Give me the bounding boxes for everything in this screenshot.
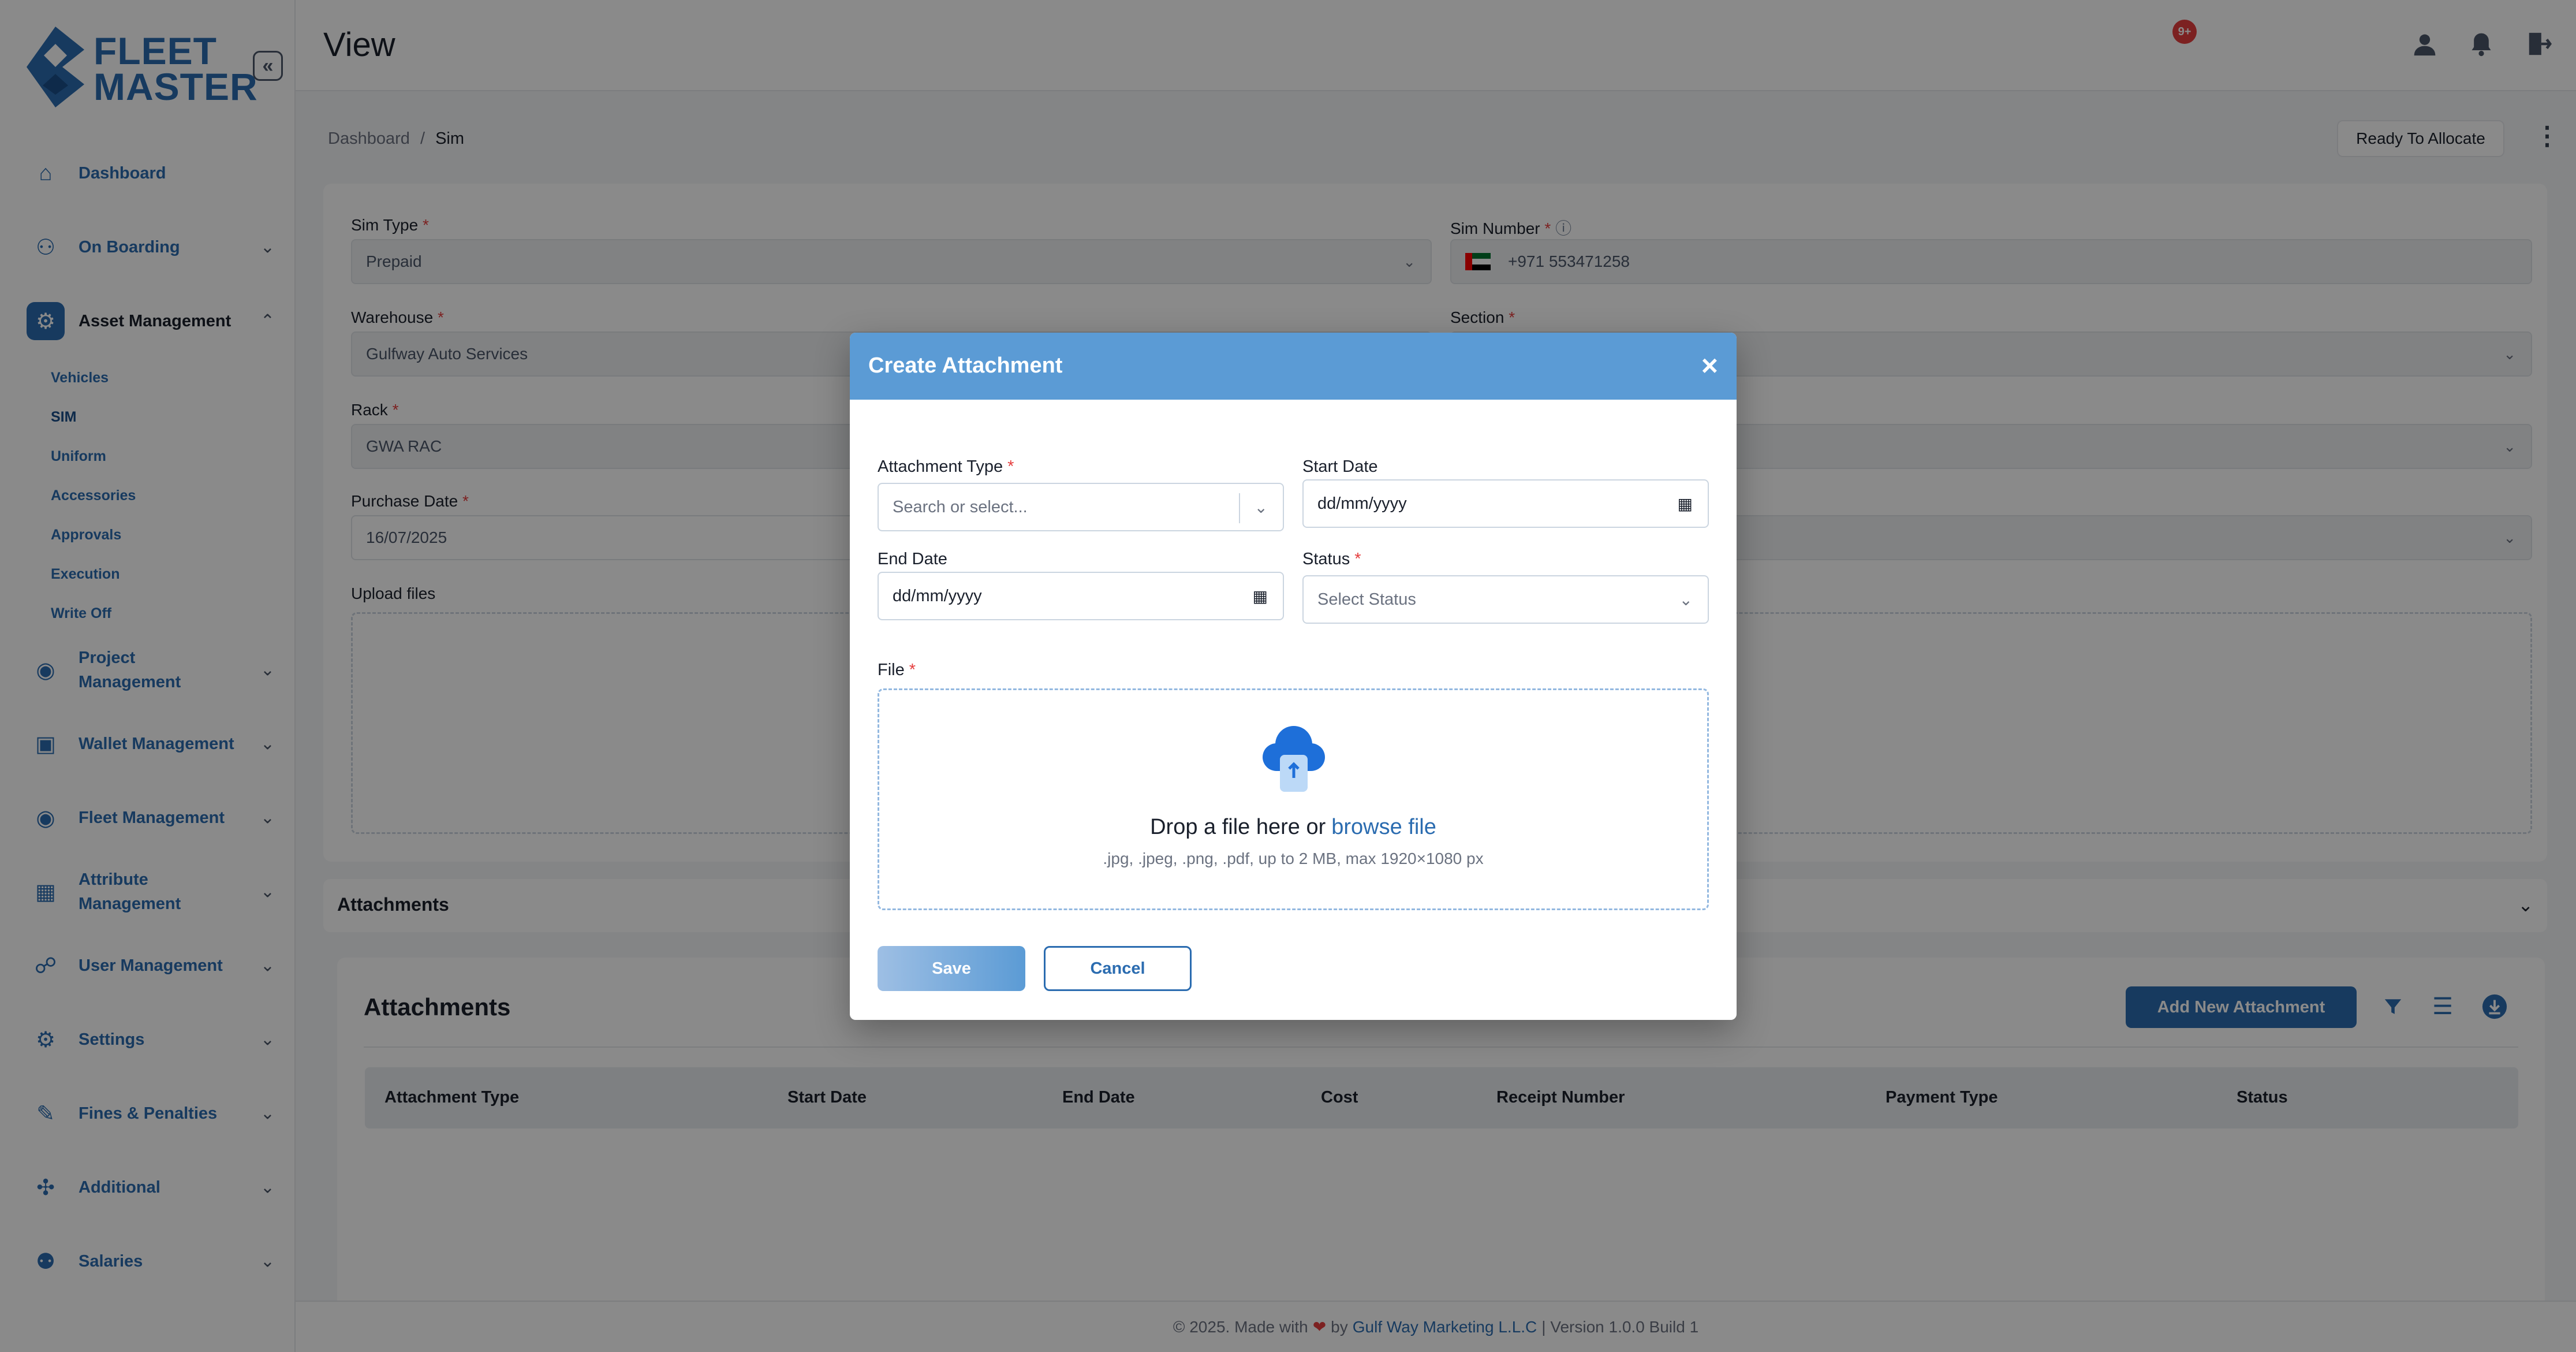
- attachment-type-select[interactable]: Search or select... ⌄: [878, 483, 1284, 531]
- chevron-down-icon: ⌄: [1679, 590, 1693, 609]
- start-date-label: Start Date: [1302, 457, 1378, 476]
- modal-title: Create Attachment: [868, 353, 1063, 378]
- close-icon[interactable]: ×: [1701, 349, 1718, 382]
- attachment-type-label: Attachment Type *: [878, 457, 1014, 476]
- browse-file-link[interactable]: browse file: [1331, 815, 1436, 839]
- file-label: File *: [878, 661, 916, 679]
- file-dropzone[interactable]: Drop a file here or browse file .jpg, .jp…: [878, 688, 1709, 910]
- dropzone-text: Drop a file here or browse file: [1150, 815, 1436, 839]
- create-attachment-modal: Create Attachment × Attachment Type * Se…: [850, 333, 1737, 1020]
- cancel-button[interactable]: Cancel: [1044, 946, 1192, 991]
- modal-header: Create Attachment ×: [850, 333, 1737, 400]
- status-label: Status *: [1302, 550, 1361, 568]
- select-separator: [1239, 493, 1240, 523]
- status-select[interactable]: Select Status ⌄: [1302, 575, 1709, 624]
- chevron-down-icon: ⌄: [1254, 498, 1268, 516]
- cloud-upload-icon: [1263, 726, 1325, 792]
- calendar-icon[interactable]: ▦: [1678, 494, 1693, 513]
- end-date-label: End Date: [878, 550, 947, 568]
- save-button[interactable]: Save: [878, 946, 1025, 991]
- end-date-input[interactable]: dd/mm/yyyy ▦: [878, 572, 1284, 620]
- start-date-input[interactable]: dd/mm/yyyy ▦: [1302, 479, 1709, 528]
- calendar-icon[interactable]: ▦: [1253, 587, 1268, 606]
- dropzone-hint: .jpg, .jpeg, .png, .pdf, up to 2 MB, max…: [1103, 850, 1484, 867]
